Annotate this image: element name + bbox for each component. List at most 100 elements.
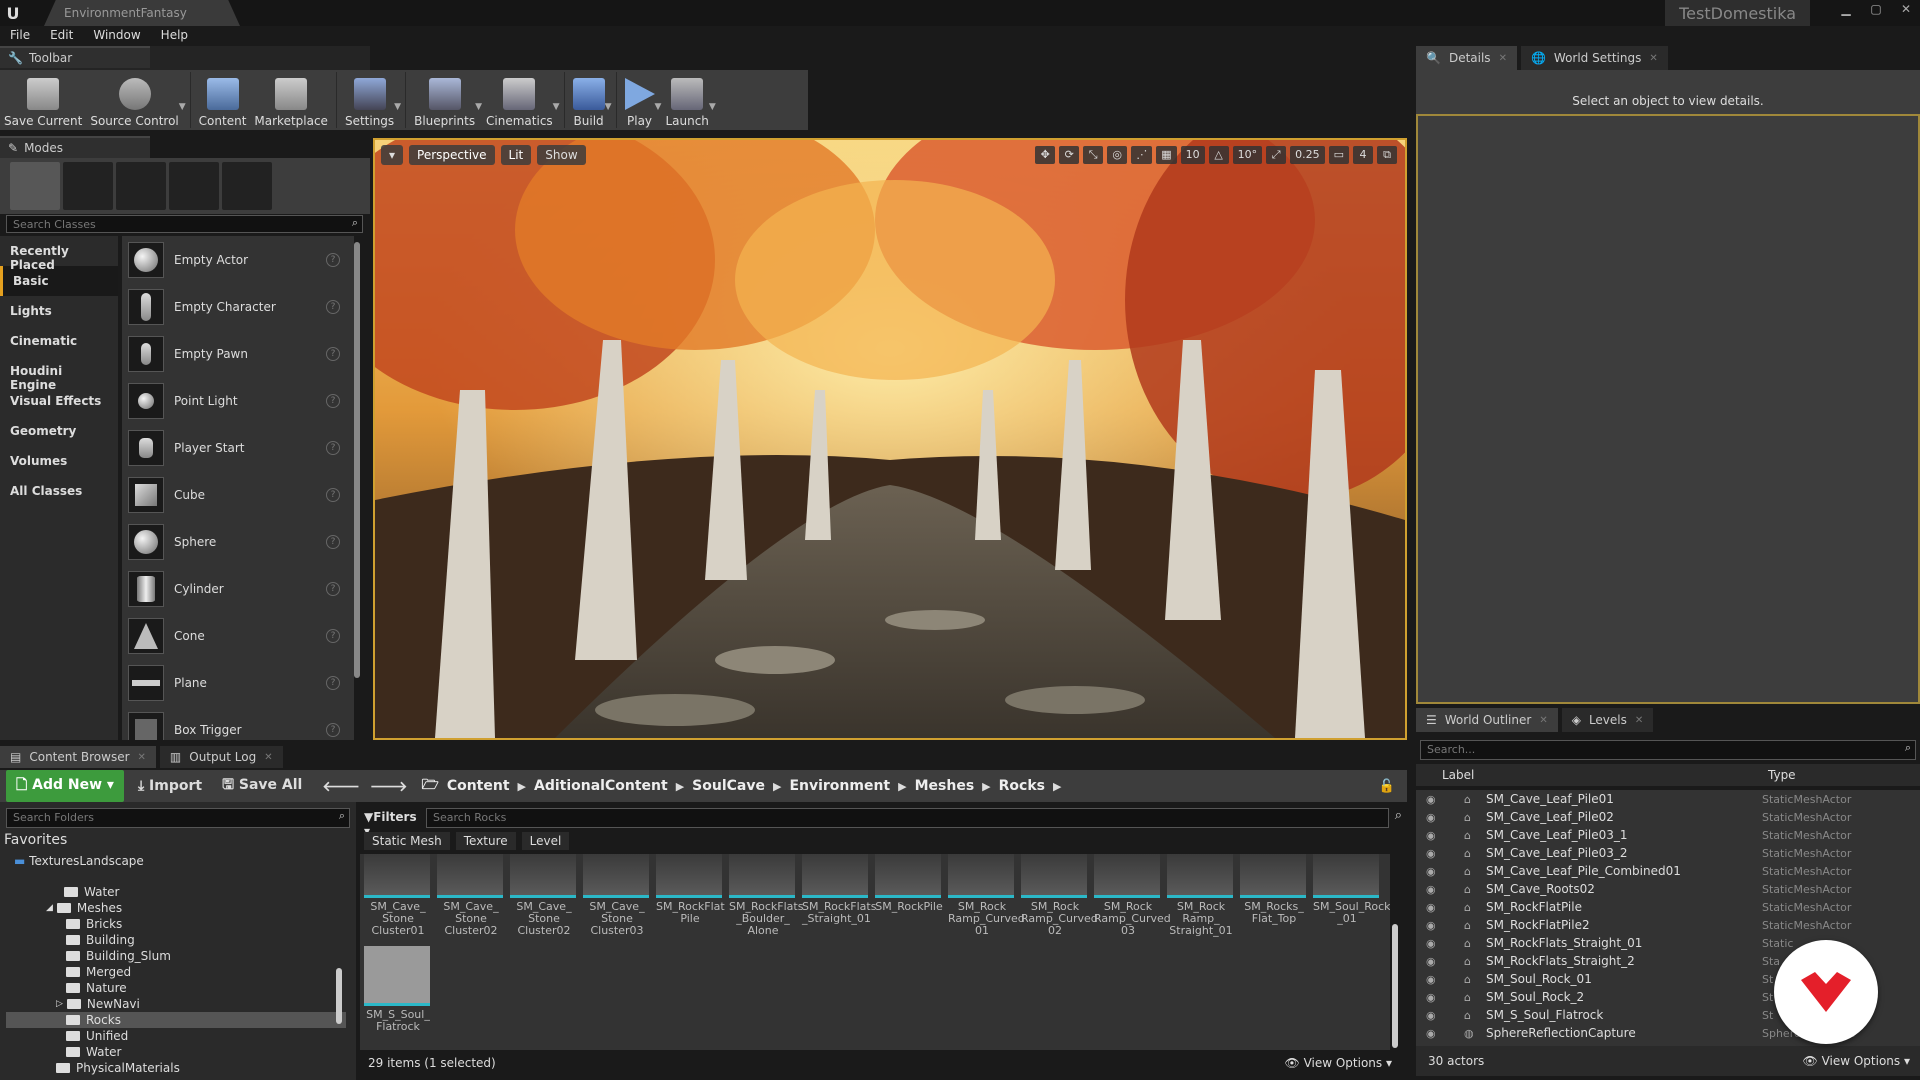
output-log-tab[interactable]: ▥ Output Log ✕ xyxy=(159,746,283,768)
close-icon[interactable]: ✕ xyxy=(264,752,272,763)
favorite-folder[interactable]: ▬ TexturesLandscape xyxy=(14,854,354,868)
close-icon[interactable]: ✕ xyxy=(1635,715,1643,726)
menu-edit[interactable]: Edit xyxy=(40,26,83,46)
camera-speed-icon[interactable]: ▭ xyxy=(1328,146,1349,164)
category-geometry[interactable]: Geometry xyxy=(0,416,118,446)
asset-tile[interactable]: SM_Soul_Rock _01 xyxy=(1313,854,1390,925)
world-outliner-tab[interactable]: ☰ World Outliner ✕ xyxy=(1416,708,1558,732)
content-browser-tab[interactable]: ▤ Content Browser ✕ xyxy=(0,746,156,768)
asset-tile[interactable]: SM_Rock Ramp_Curved 02 xyxy=(1021,854,1098,937)
visibility-eye-icon[interactable]: ◉ xyxy=(1426,793,1442,806)
help-icon[interactable]: ? xyxy=(326,628,340,643)
grid-snap-value[interactable]: 10 xyxy=(1180,146,1205,164)
surface-snap-icon[interactable]: ⋰ xyxy=(1131,146,1153,164)
asset-tile[interactable]: SM_Rock Ramp_ Straight_01 xyxy=(1167,854,1235,937)
close-icon[interactable]: ✕ xyxy=(1499,53,1507,64)
modes-tab[interactable]: ✎ Modes xyxy=(0,136,150,158)
perspective-button[interactable]: Perspective xyxy=(409,145,495,165)
viewport-options-dropdown-icon[interactable]: ▾ xyxy=(381,145,404,165)
asset-tile[interactable]: SM_RockFlats _Straight_01 xyxy=(802,854,876,925)
asset-tile[interactable]: SM_Cave_ Stone Cluster03 xyxy=(583,854,651,937)
foliage-mode-icon[interactable] xyxy=(169,162,219,210)
outliner-row[interactable]: ◉ ⌂ SM_Cave_Leaf_Pile01 StaticMeshActor xyxy=(1416,790,1920,808)
folder-row[interactable]: Merged xyxy=(6,964,346,980)
folder-row-selected[interactable]: Rocks xyxy=(6,1012,346,1028)
outliner-row[interactable]: ◉ ⌂ SM_Cave_Leaf_Pile03_2 StaticMeshActor xyxy=(1416,844,1920,862)
scale-icon[interactable]: ⤡ xyxy=(1083,146,1104,164)
rotation-snap-icon[interactable]: △ xyxy=(1208,146,1229,164)
lock-icon[interactable]: 🔓 xyxy=(1379,779,1395,794)
visibility-eye-icon[interactable]: ◉ xyxy=(1426,1009,1442,1022)
asset-tile[interactable]: SM_Rock Ramp_Curved 03 xyxy=(1094,854,1171,937)
help-icon[interactable]: ? xyxy=(326,393,340,408)
folder-row[interactable]: Building_Slum xyxy=(6,948,346,964)
asset-tile[interactable]: SM_RockFlats _Boulder_ Alone xyxy=(729,854,803,937)
folder-row[interactable]: Building xyxy=(6,932,346,948)
class-item-point-light[interactable]: Point Light? xyxy=(122,377,354,424)
folder-row[interactable]: Nature xyxy=(6,980,346,996)
maximize-icon[interactable]: ▢ xyxy=(1866,2,1886,16)
expand-arrow-icon[interactable]: ◢ xyxy=(46,903,53,913)
play-button[interactable]: Play xyxy=(621,70,659,130)
close-icon[interactable]: ✕ xyxy=(138,752,146,763)
close-icon[interactable]: ✕ xyxy=(1539,715,1547,726)
category-recently-placed[interactable]: Recently Placed xyxy=(0,236,118,272)
help-icon[interactable]: ? xyxy=(326,346,340,361)
outliner-row[interactable]: ◉ ⌂ SM_RockFlatPile2 StaticMeshActor xyxy=(1416,916,1920,934)
breadcrumb-arrow-icon[interactable]: ▶ xyxy=(773,780,781,793)
asset-tile-selected[interactable]: SM_S_Soul_ Flatrock xyxy=(364,946,432,1033)
asset-tile[interactable]: SM_Cave_ Stone Cluster02 xyxy=(437,854,505,937)
outliner-view-options-button[interactable]: 👁 View Options ▾ xyxy=(1803,1054,1911,1068)
visibility-eye-icon[interactable]: ◉ xyxy=(1426,919,1442,932)
search-rocks-input[interactable]: Search Rocks xyxy=(426,808,1389,828)
help-icon[interactable]: ? xyxy=(326,722,340,737)
back-arrow-icon[interactable]: 🡐 xyxy=(316,774,366,799)
save-current-button[interactable]: Save Current xyxy=(0,70,86,130)
class-item-empty-actor[interactable]: Empty Actor? xyxy=(122,236,354,283)
outliner-row[interactable]: ◉ ⌂ SM_Cave_Roots02 StaticMeshActor xyxy=(1416,880,1920,898)
close-icon[interactable]: ✕ xyxy=(1649,53,1657,64)
marketplace-button[interactable]: Marketplace xyxy=(250,70,332,130)
outliner-row[interactable]: ◉ ⌂ SM_Cave_Leaf_Pile03_1 StaticMeshActor xyxy=(1416,826,1920,844)
asset-tile[interactable]: SM_Cave_ Stone Cluster02 xyxy=(510,854,578,937)
folder-row[interactable]: ▷ NewNavi xyxy=(6,996,346,1012)
world-space-icon[interactable]: ◎ xyxy=(1107,146,1128,164)
folder-row[interactable]: ◢ Meshes xyxy=(6,900,346,916)
launch-button[interactable]: Launch xyxy=(661,70,712,130)
visibility-eye-icon[interactable]: ◉ xyxy=(1426,883,1442,896)
label-column-header[interactable]: Label xyxy=(1442,768,1474,782)
asset-tile[interactable]: SM_RockPile xyxy=(875,854,943,913)
close-icon[interactable]: ✕ xyxy=(1896,2,1916,16)
grid-snap-icon[interactable]: ▦ xyxy=(1156,146,1177,164)
filter-chip-level[interactable]: Level xyxy=(521,832,570,850)
visibility-eye-icon[interactable]: ◉ xyxy=(1426,1027,1442,1040)
help-icon[interactable]: ? xyxy=(326,581,340,596)
folder-tree-scrollbar[interactable] xyxy=(336,968,342,1024)
camera-speed-value[interactable]: 4 xyxy=(1353,146,1373,164)
class-item-player-start[interactable]: Player Start? xyxy=(122,424,354,471)
category-cinematic[interactable]: Cinematic xyxy=(0,326,118,356)
minimize-icon[interactable]: ▁ xyxy=(1836,2,1856,16)
class-item-cylinder[interactable]: Cylinder? xyxy=(122,565,354,612)
asset-tile[interactable]: SM_Cave_ Stone Cluster01 xyxy=(364,854,432,937)
type-column-header[interactable]: Type xyxy=(1768,768,1796,782)
breadcrumb-arrow-icon[interactable]: ▶ xyxy=(676,780,684,793)
menu-file[interactable]: File xyxy=(0,26,40,46)
visibility-eye-icon[interactable]: ◉ xyxy=(1426,847,1442,860)
outliner-row[interactable]: ◉ ⌂ SM_Cave_Leaf_Pile02 StaticMeshActor xyxy=(1416,808,1920,826)
visibility-eye-icon[interactable]: ◉ xyxy=(1426,865,1442,878)
build-button[interactable]: Build xyxy=(569,70,609,130)
breadcrumb-item[interactable]: Rocks xyxy=(999,778,1045,794)
levels-tab[interactable]: ◈ Levels ✕ xyxy=(1561,708,1654,732)
translate-icon[interactable]: ✥ xyxy=(1035,146,1056,164)
help-icon[interactable]: ? xyxy=(326,440,340,455)
level-viewport[interactable]: ▾ Perspective Lit Show ✥ ⟳ ⤡ ◎ ⋰ ▦ 10 △ … xyxy=(373,138,1407,740)
place-mode-icon[interactable] xyxy=(10,162,60,210)
cinematics-button[interactable]: Cinematics xyxy=(482,70,557,130)
search-folders-input[interactable]: Search Folders ⌕ xyxy=(6,808,350,828)
category-all-classes[interactable]: All Classes xyxy=(0,476,118,506)
class-item-empty-character[interactable]: Empty Character? xyxy=(122,283,354,330)
details-tab[interactable]: 🔍 Details ✕ xyxy=(1416,46,1517,70)
menu-help[interactable]: Help xyxy=(151,26,198,46)
help-icon[interactable]: ? xyxy=(326,487,340,502)
